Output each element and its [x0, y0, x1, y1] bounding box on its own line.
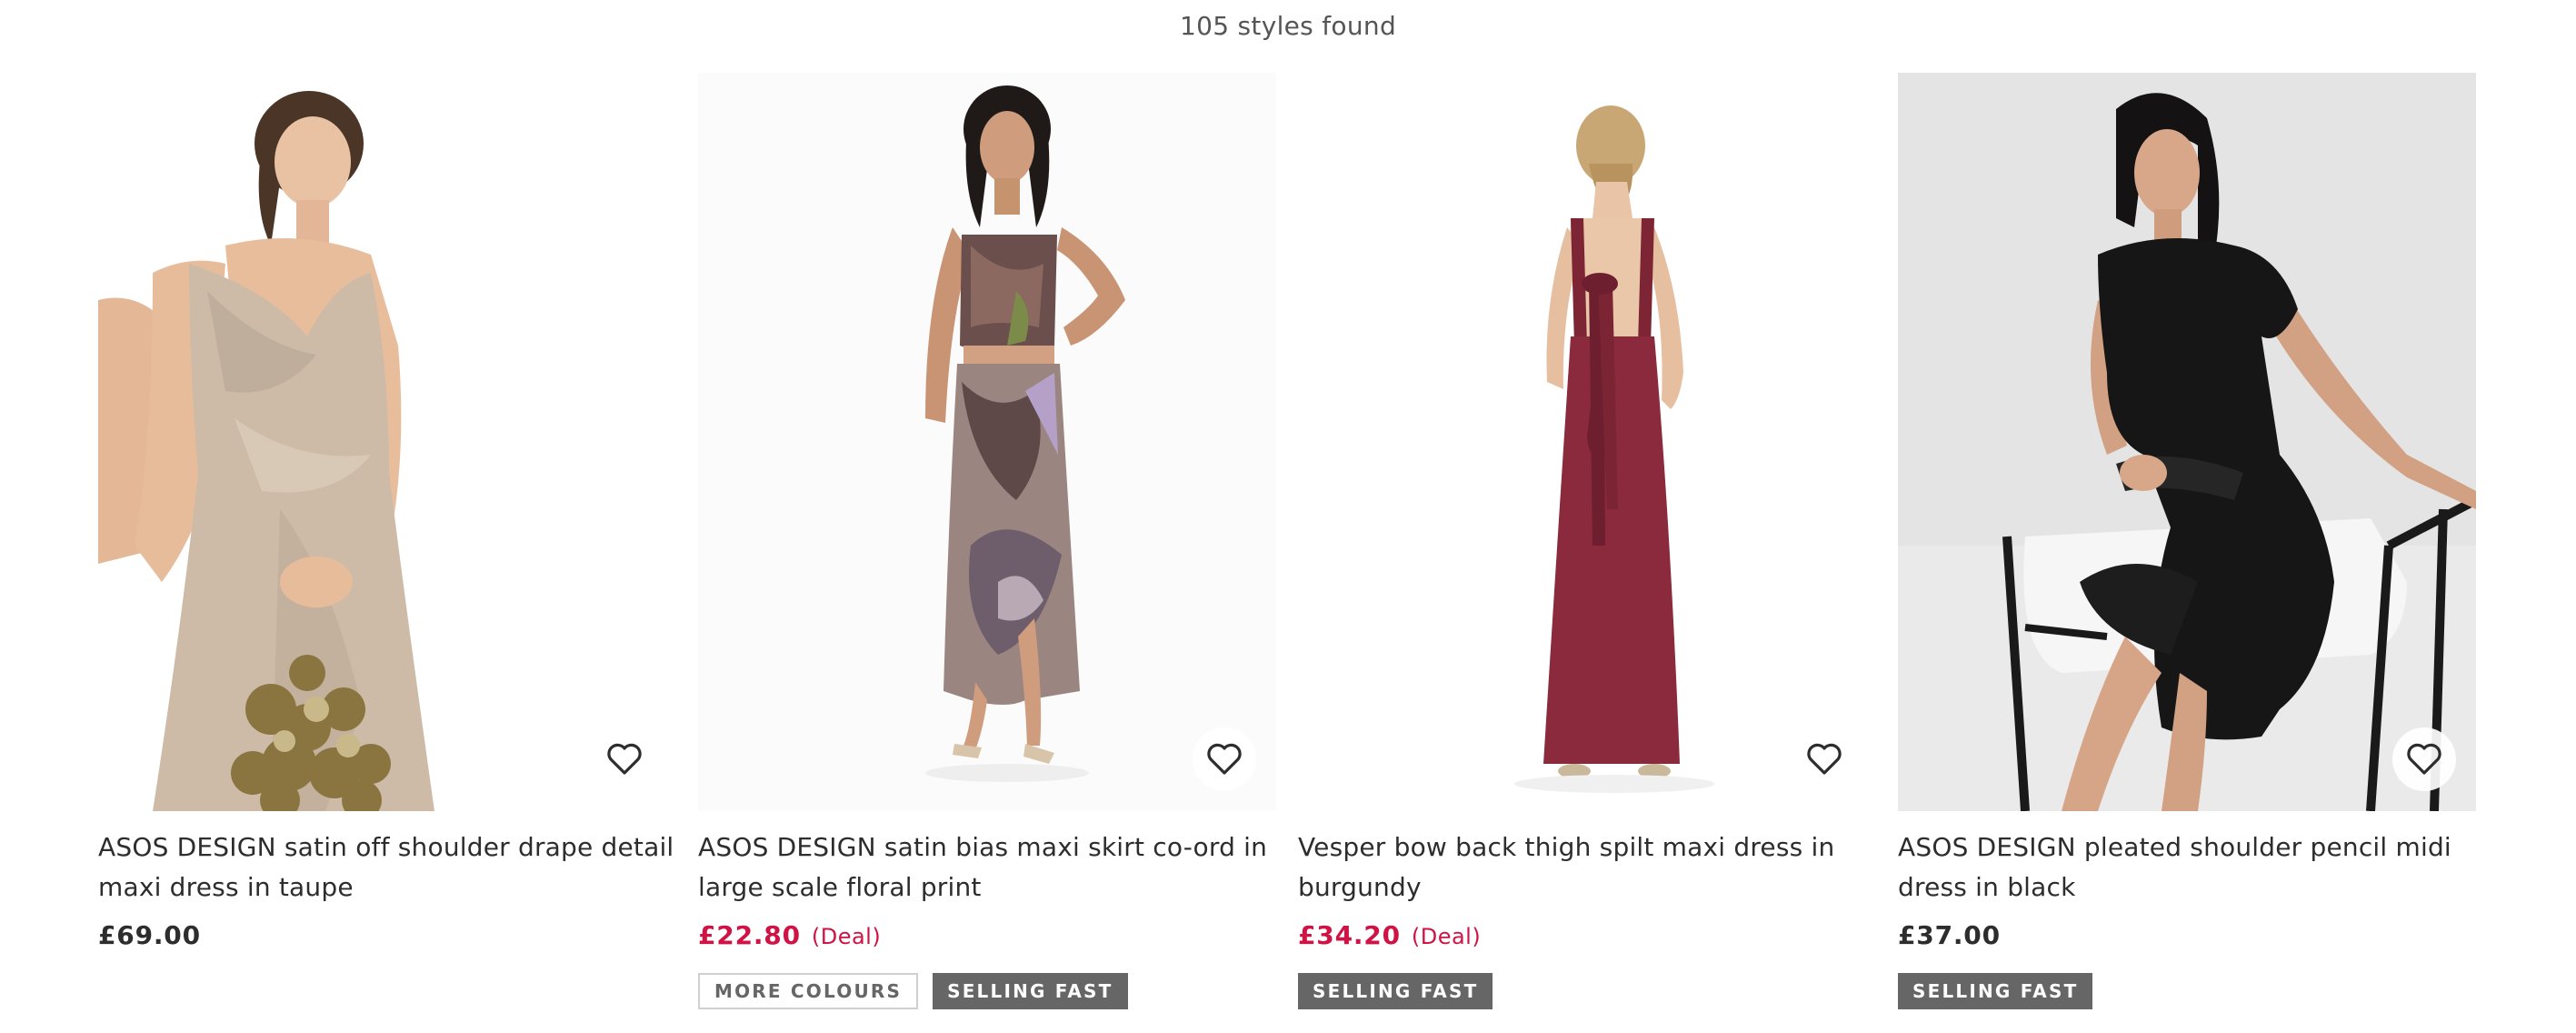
- product-card[interactable]: ASOS DESIGN satin off shoulder drape det…: [98, 73, 676, 1018]
- product-image[interactable]: [1898, 73, 2476, 811]
- badge-list: SELLING FAST: [1298, 973, 1493, 1011]
- product-price: £69.00: [98, 920, 201, 950]
- results-count: 105 styles found: [1179, 11, 1397, 41]
- save-for-later-button[interactable]: [1792, 727, 1856, 791]
- product-title[interactable]: Vesper bow back thigh spilt maxi dress i…: [1298, 827, 1876, 908]
- deal-label: (Deal): [811, 924, 882, 949]
- product-image[interactable]: [1298, 73, 1876, 811]
- product-title[interactable]: ASOS DESIGN pleated shoulder pencil midi…: [1898, 827, 2476, 908]
- product-card[interactable]: ASOS DESIGN pleated shoulder pencil midi…: [1898, 73, 2476, 1018]
- selling-fast-badge: SELLING FAST: [1898, 973, 2093, 1009]
- selling-fast-badge: SELLING FAST: [1298, 973, 1493, 1009]
- product-price: £22.80: [698, 920, 801, 950]
- save-for-later-button[interactable]: [1193, 727, 1256, 791]
- product-image[interactable]: [98, 73, 676, 811]
- product-card[interactable]: Vesper bow back thigh spilt maxi dress i…: [1298, 73, 1876, 1018]
- save-for-later-button[interactable]: [2392, 727, 2456, 791]
- badge-list: MORE COLOURS SELLING FAST: [698, 973, 1128, 1011]
- price-row: £34.20 (Deal): [1298, 920, 1481, 957]
- heart-icon: [607, 743, 642, 775]
- save-for-later-button[interactable]: [593, 727, 656, 791]
- heart-icon: [1807, 743, 1842, 775]
- selling-fast-badge: SELLING FAST: [933, 973, 1128, 1009]
- price-row: £69.00: [98, 920, 201, 957]
- product-price: £34.20: [1298, 920, 1401, 950]
- product-image[interactable]: [698, 73, 1276, 811]
- price-row: £37.00: [1898, 920, 2001, 957]
- deal-label: (Deal): [1411, 924, 1482, 949]
- heart-icon: [1207, 743, 1242, 775]
- heart-icon: [2407, 743, 2441, 775]
- price-row: £22.80 (Deal): [698, 920, 881, 957]
- product-title[interactable]: ASOS DESIGN satin off shoulder drape det…: [98, 827, 676, 908]
- more-colours-badge[interactable]: MORE COLOURS: [698, 973, 919, 1009]
- product-price: £37.00: [1898, 920, 2001, 950]
- badge-list: SELLING FAST: [1898, 973, 2093, 1011]
- product-title[interactable]: ASOS DESIGN satin bias maxi skirt co-ord…: [698, 827, 1276, 908]
- product-grid: ASOS DESIGN satin off shoulder drape det…: [98, 73, 2492, 1018]
- product-card[interactable]: ASOS DESIGN satin bias maxi skirt co-ord…: [698, 73, 1276, 1018]
